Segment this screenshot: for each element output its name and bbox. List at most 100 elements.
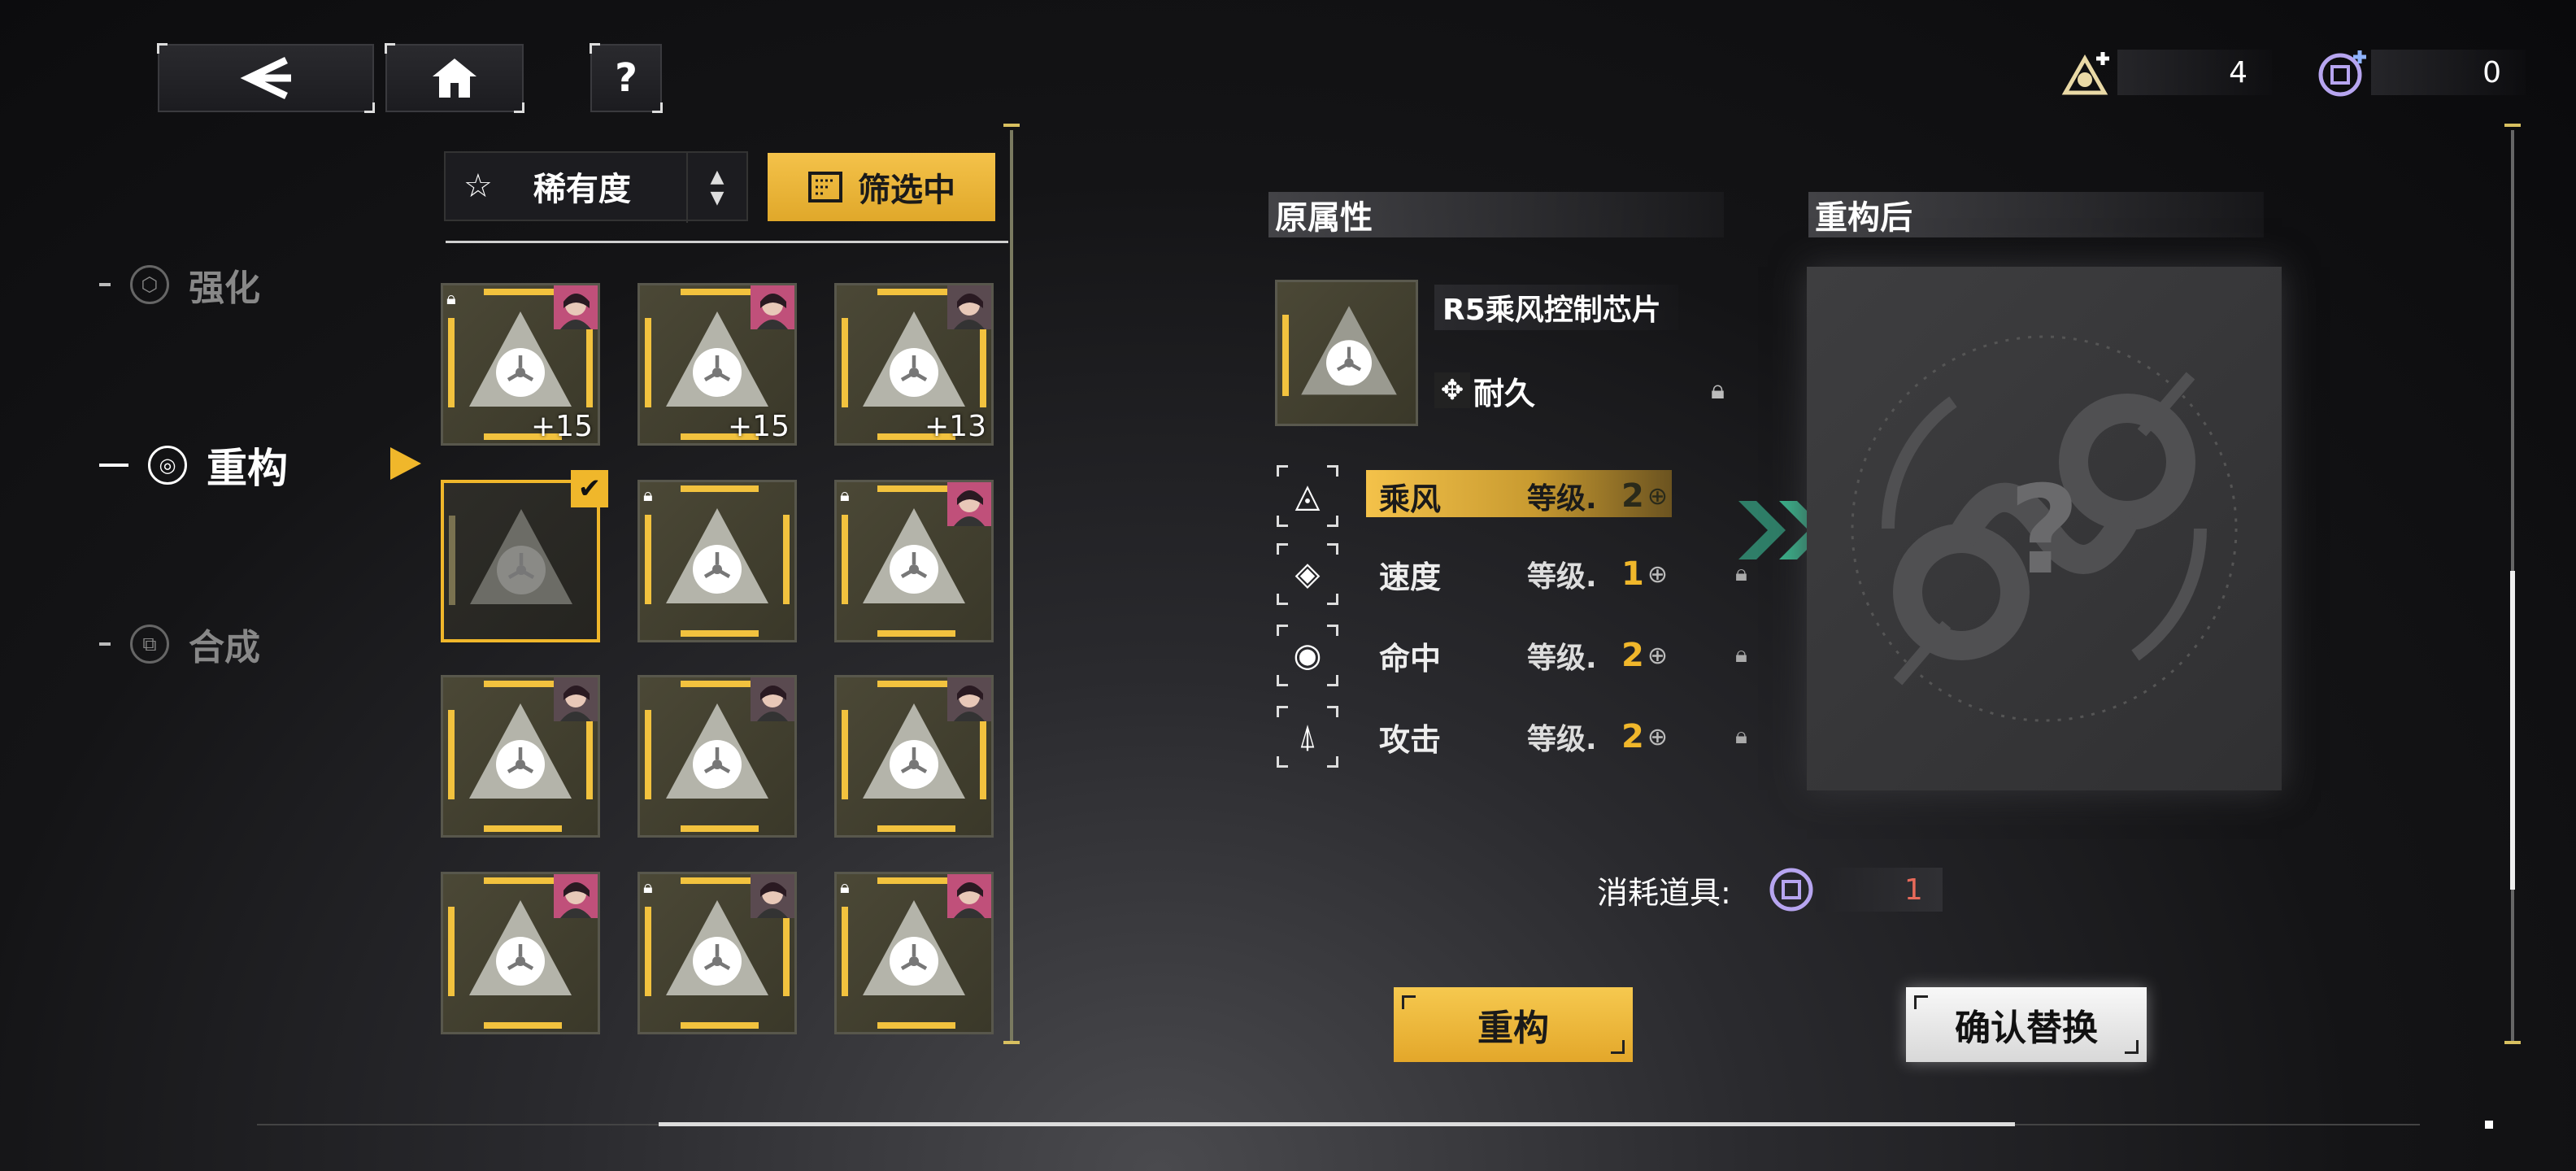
cost-row: 消耗道具: 1 [1597,865,1943,914]
magnify-icon[interactable]: ⊕ [1647,642,1668,670]
right-scroll-thumb[interactable] [2510,571,2515,890]
reforged-preview-panel: ? [1807,267,2282,790]
chip-level: +13 [925,410,986,443]
filter-divider [446,241,1008,243]
substat-name: 攻击 [1379,721,1442,758]
chip-card[interactable]: 🔒︎ [637,872,797,1034]
speed-icon: ◈ [1277,543,1338,605]
accuracy-icon: ◉ [1277,625,1338,686]
chip-card[interactable]: +13 [834,283,994,446]
substat-level: 2 [1621,718,1644,755]
substat-lock-icon[interactable]: 🔒︎ [1735,722,1764,751]
magnify-icon[interactable]: ⊕ [1647,723,1668,751]
sidebar-dash [99,464,128,467]
lock-icon: 🔒︎ [840,877,850,898]
original-chip-frame [1275,280,1418,426]
reforge-icon: ◎ [148,446,187,485]
chip-icon [666,508,768,603]
sidebar-item-label: 合成 [189,627,260,668]
chip-card[interactable]: 🔒︎ [637,480,797,642]
sidebar-item-synthesis[interactable]: ⧉ 合成 [99,618,260,670]
rarity-bar [681,877,759,884]
magnify-icon[interactable]: ⊕ [1647,482,1668,511]
chip-level: +15 [531,410,593,443]
rarity-bar [645,515,651,604]
lock-icon: 🔒︎ [643,877,653,898]
rarity-bar [484,1022,562,1029]
character-avatar-icon [554,677,598,721]
magnify-icon[interactable]: ⊕ [1647,560,1668,589]
main-stat-row: ✥ 耐久 🔒︎ [1434,368,1743,413]
character-avatar-icon [554,285,598,329]
reforge-button[interactable]: 重构 [1394,987,1633,1062]
chip-card[interactable] [637,675,797,838]
main-stat-lock-icon[interactable]: 🔒︎ [1711,374,1743,407]
substat-name: 速度 [1379,559,1442,595]
durability-icon: ✥ [1434,372,1470,408]
rarity-bar [448,907,455,996]
level-prefix: 等级. [1527,560,1597,594]
substat-row[interactable]: ⍋ 攻击 等级. 2 ⊕ 🔒︎ [1277,704,1764,769]
rarity-bar [449,516,455,605]
currency-reforge-token-value: 0 [2371,50,2526,95]
ride-wind-icon: ◬ [1277,465,1338,527]
rarity-bar [842,515,848,604]
chip-card[interactable] [441,872,600,1034]
rarity-bar [842,710,848,799]
chip-card[interactable]: 🔒︎ [834,480,994,642]
sort-rarity-dropdown[interactable]: ☆ 稀有度 ▲ ▼ [444,151,748,223]
rarity-bar [877,630,955,637]
character-avatar-icon [751,285,794,329]
help-button[interactable]: ? [590,43,663,113]
character-avatar-icon [751,677,794,721]
rarity-bar [877,825,955,832]
back-button[interactable] [157,43,375,113]
selected-check-icon: ✔ [571,470,608,507]
rarity-bar [484,825,562,832]
character-avatar-icon [554,874,598,918]
rarity-bar [877,877,955,884]
grid-scroll-bottom-cap [1003,1041,1020,1044]
chip-card[interactable]: 🔒︎ +15 [441,283,600,446]
substat-level: 2 [1621,637,1644,674]
sidebar-item-enhance[interactable]: ⬡ 强化 [99,259,260,311]
character-avatar-icon [947,482,991,526]
rarity-bar [783,515,790,604]
currency-reforge-token[interactable]: 0 [2314,46,2526,99]
filter-button[interactable]: 筛选中 [768,153,995,221]
rarity-bar [681,681,759,687]
substat-lock-icon[interactable]: 🔒︎ [1735,641,1764,670]
substat-name: 命中 [1379,640,1442,677]
grid-scroll-rail [1010,130,1013,1041]
sort-toggle-icon: ▲ ▼ [686,153,746,223]
level-prefix: 等级. [1527,642,1597,675]
lock-icon: 🔒︎ [446,289,456,309]
substat-level: 2 [1621,477,1644,515]
rarity-bar [980,710,986,799]
right-scroll-top-cap [2504,124,2521,127]
home-button[interactable] [385,43,524,113]
chip-name-label: R5乘风控制芯片 [1434,285,1678,330]
unknown-symbol: ? [2008,460,2080,602]
home-icon [433,59,476,98]
sidebar-item-reforge[interactable]: ◎ 重构 [99,436,288,494]
chip-name: R5乘风控制芯片 [1442,294,1661,327]
substat-row[interactable]: ◉ 命中 等级. 2 ⊕ 🔒︎ [1277,623,1764,688]
chip-card[interactable]: 🔒︎ [834,872,994,1034]
rarity-bar [681,485,759,492]
currency-material[interactable]: 4 [2060,46,2272,99]
rarity-bar [877,1022,955,1029]
help-icon: ? [615,55,637,101]
substat-row[interactable]: ◬ 乘风 等级. 2 ⊕ [1277,464,1764,529]
original-attributes-header: 原属性 [1268,192,1724,237]
confirm-replace-button[interactable]: 确认替换 [1906,987,2147,1062]
confirm-replace-label: 确认替换 [1955,1008,2098,1049]
sort-label: 稀有度 [533,171,631,208]
chip-card[interactable] [441,675,600,838]
rarity-bar [448,710,455,799]
chip-card[interactable]: +15 [637,283,797,446]
right-scroll-bottom-cap [2504,1041,2521,1044]
star-icon: ☆ [463,168,493,205]
chip-card[interactable] [834,675,994,838]
substat-row[interactable]: ◈ 速度 等级. 1 ⊕ 🔒︎ [1277,542,1764,607]
